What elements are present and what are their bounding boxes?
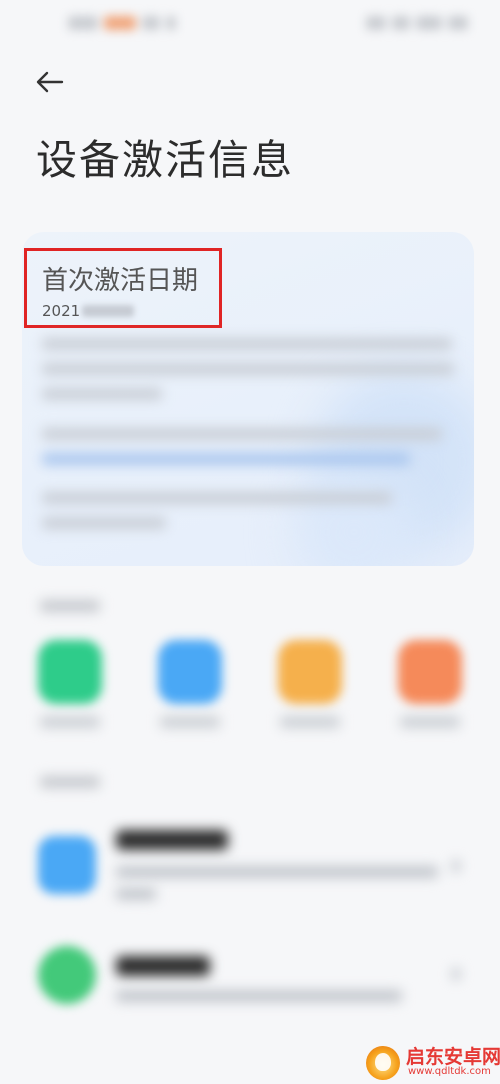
card-paragraph-3 <box>42 492 392 542</box>
watermark-url: www.qdltdk.com <box>408 1066 491 1077</box>
back-button[interactable] <box>30 62 70 102</box>
app-shortcut-4[interactable] <box>398 640 462 704</box>
app-shortcut-2[interactable] <box>158 640 222 704</box>
list-item-title <box>116 830 228 850</box>
watermark-logo-icon <box>366 1046 400 1080</box>
card-paragraph-2 <box>42 428 442 478</box>
list-item-subtitle <box>116 866 438 878</box>
status-left-info <box>68 16 176 30</box>
app-shortcut-4-label <box>400 716 460 728</box>
app-shortcut-2-label <box>160 716 220 728</box>
watermark: 启东安卓网 www.qdltdk.com <box>366 1040 500 1084</box>
device-icon <box>38 946 96 1004</box>
watermark-title: 启东安卓网 <box>406 1046 500 1068</box>
chevron-right-icon <box>452 860 460 872</box>
app-shortcut-1-label <box>40 716 100 728</box>
card-paragraph-1 <box>42 338 454 413</box>
highlight-annotation-box <box>24 248 222 328</box>
section-header-services <box>40 776 100 788</box>
list-item-subtitle-cont <box>116 888 156 900</box>
chevron-right-icon <box>452 968 460 980</box>
list-item-subtitle <box>116 990 402 1002</box>
app-shortcut-3-label <box>280 716 340 728</box>
back-arrow-icon <box>36 71 64 93</box>
status-bar <box>0 0 500 58</box>
page-title: 设备激活信息 <box>36 136 294 184</box>
section-header-apps <box>40 600 100 612</box>
app-shortcut-3[interactable] <box>278 640 342 704</box>
status-right-icons <box>366 16 468 30</box>
cloud-icon <box>38 836 96 894</box>
app-shortcut-1[interactable] <box>38 640 102 704</box>
list-item-title <box>116 956 210 976</box>
settings-screen: { "header": { "back_icon": "back-arrow-i… <box>0 0 500 1084</box>
